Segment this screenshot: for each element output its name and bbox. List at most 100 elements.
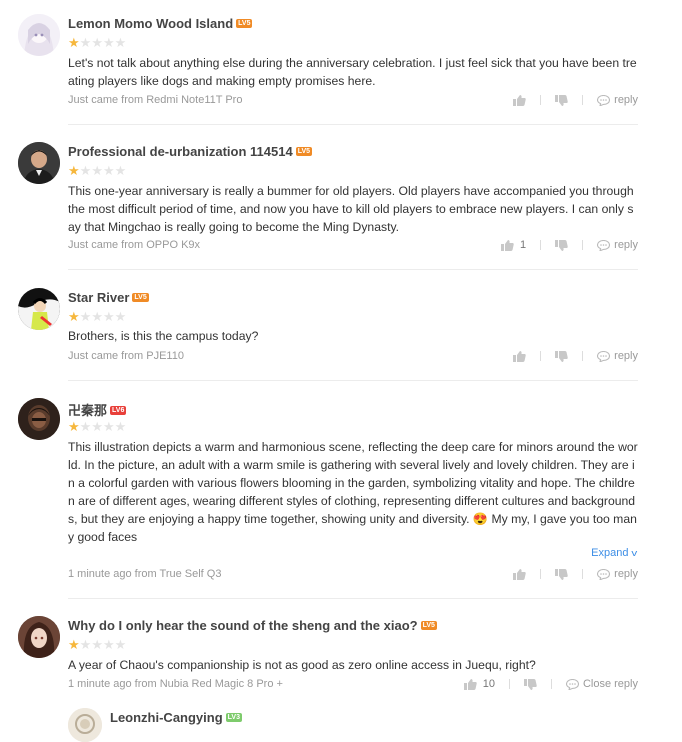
- divider: [68, 124, 638, 125]
- divider: [68, 269, 638, 270]
- comment-text: This illustration depicts a warm and har…: [68, 440, 638, 544]
- username-text[interactable]: Why do I only hear the sound of the shen…: [68, 618, 418, 633]
- thumbs-down-icon: [555, 350, 568, 362]
- star-icon: ★: [114, 35, 127, 50]
- chat-bubble-icon: [597, 568, 611, 580]
- expand-label[interactable]: Expand: [591, 547, 628, 559]
- username-text[interactable]: Professional de-urbanization 114514: [68, 144, 293, 159]
- comment-text: A year of Chaou's companionship is not a…: [68, 658, 536, 672]
- divider: [508, 679, 510, 689]
- avatar[interactable]: [18, 288, 60, 330]
- level-badge: LV5: [132, 293, 149, 303]
- divider: [68, 598, 638, 599]
- star-icon: ★: [79, 35, 92, 50]
- like-button[interactable]: [513, 350, 526, 362]
- reply-button[interactable]: reply: [597, 239, 638, 251]
- star-icon: ★: [102, 35, 115, 50]
- username-text[interactable]: 卍秦那: [68, 403, 107, 418]
- rating-stars: ★★★★★: [68, 418, 126, 434]
- comment-text: Let's not talk about anything else durin…: [68, 56, 637, 88]
- username[interactable]: Leonzhi-Cangying LV3: [110, 710, 242, 725]
- level-badge: LV5: [236, 19, 253, 29]
- username-text[interactable]: Leonzhi-Cangying: [110, 710, 223, 725]
- avatar[interactable]: [18, 398, 60, 440]
- level-badge: LV6: [110, 406, 127, 416]
- expand-button[interactable]: Expand v: [591, 547, 637, 559]
- username-text[interactable]: Star River: [68, 290, 129, 305]
- chat-bubble-icon: [565, 678, 579, 690]
- star-icon: ★: [102, 163, 115, 178]
- star-icon: ★: [68, 419, 80, 434]
- reply-label[interactable]: Close reply: [583, 678, 638, 690]
- divider: [582, 569, 584, 579]
- reply-button[interactable]: reply: [597, 568, 638, 580]
- dislike-button[interactable]: [555, 94, 568, 106]
- reply-label[interactable]: reply: [614, 568, 638, 580]
- star-icon: ★: [68, 163, 80, 178]
- comment-actions: reply: [513, 350, 638, 362]
- close-reply-button[interactable]: Close reply: [565, 678, 638, 690]
- avatar[interactable]: [68, 708, 102, 742]
- comment-text: This one-year anniversary is really a bu…: [68, 184, 634, 234]
- dislike-button[interactable]: [555, 350, 568, 362]
- dislike-button[interactable]: [555, 239, 568, 251]
- reply-label[interactable]: reply: [614, 350, 638, 362]
- divider: [582, 240, 584, 250]
- star-icon: ★: [114, 637, 127, 652]
- avatar[interactable]: [18, 142, 60, 184]
- avatar[interactable]: [18, 14, 60, 56]
- rating-stars: ★★★★★: [68, 636, 127, 652]
- star-icon: ★: [102, 309, 115, 324]
- reply-button[interactable]: reply: [597, 350, 638, 362]
- thumbs-up-icon: [513, 568, 526, 580]
- dislike-button[interactable]: [555, 568, 568, 580]
- thumbs-down-icon: [555, 239, 568, 251]
- comment-meta: Just came from Redmi Note11T Pro: [68, 94, 243, 106]
- comment-actions: reply: [513, 568, 638, 580]
- star-icon: ★: [79, 637, 92, 652]
- username-text[interactable]: Lemon Momo Wood Island: [68, 16, 233, 31]
- level-badge: LV3: [225, 713, 242, 723]
- like-button[interactable]: 1: [501, 239, 526, 251]
- divider: [582, 351, 584, 361]
- reply-label[interactable]: reply: [614, 94, 638, 106]
- username[interactable]: 卍秦那 LV6: [68, 400, 127, 419]
- comment-actions: reply: [513, 94, 638, 106]
- level-badge: LV5: [420, 621, 437, 631]
- rating-stars: ★★★★★: [68, 308, 127, 324]
- like-count: 1: [520, 239, 527, 251]
- comment-actions: 1 reply: [501, 239, 638, 251]
- divider: [540, 569, 542, 579]
- username[interactable]: Star River LV5: [68, 290, 149, 305]
- star-icon: ★: [68, 637, 80, 652]
- dislike-button[interactable]: [523, 678, 537, 690]
- username[interactable]: Professional de-urbanization 114514 LV5: [68, 144, 313, 159]
- thumbs-up-icon: [501, 239, 514, 251]
- chat-bubble-icon: [597, 239, 611, 251]
- chevron-down-icon: v: [630, 548, 637, 558]
- chat-bubble-icon: [597, 94, 611, 106]
- divider: [540, 240, 542, 250]
- thumbs-down-icon: [555, 568, 568, 580]
- thumbs-up-icon: [513, 94, 526, 106]
- star-icon: ★: [114, 309, 127, 324]
- star-icon: ★: [114, 163, 127, 178]
- rating-stars: ★★★★★: [68, 162, 127, 178]
- star-icon: ★: [68, 309, 80, 324]
- username[interactable]: Lemon Momo Wood Island LV5: [68, 16, 253, 31]
- like-button[interactable]: 10: [463, 678, 495, 690]
- reply-button[interactable]: reply: [597, 94, 638, 106]
- rating-stars: ★★★★★: [68, 34, 127, 50]
- star-icon: ★: [102, 637, 115, 652]
- username[interactable]: Why do I only hear the sound of the shen…: [68, 618, 437, 633]
- like-button[interactable]: [513, 94, 526, 106]
- thumbs-down-icon: [555, 94, 568, 106]
- level-badge: LV5: [295, 147, 313, 157]
- divider: [68, 380, 638, 381]
- avatar[interactable]: [18, 616, 60, 658]
- divider: [540, 95, 542, 105]
- comment-actions: 10 Close reply: [463, 678, 638, 690]
- star-icon: ★: [68, 35, 80, 50]
- reply-label[interactable]: reply: [614, 239, 638, 251]
- like-button[interactable]: [513, 568, 526, 580]
